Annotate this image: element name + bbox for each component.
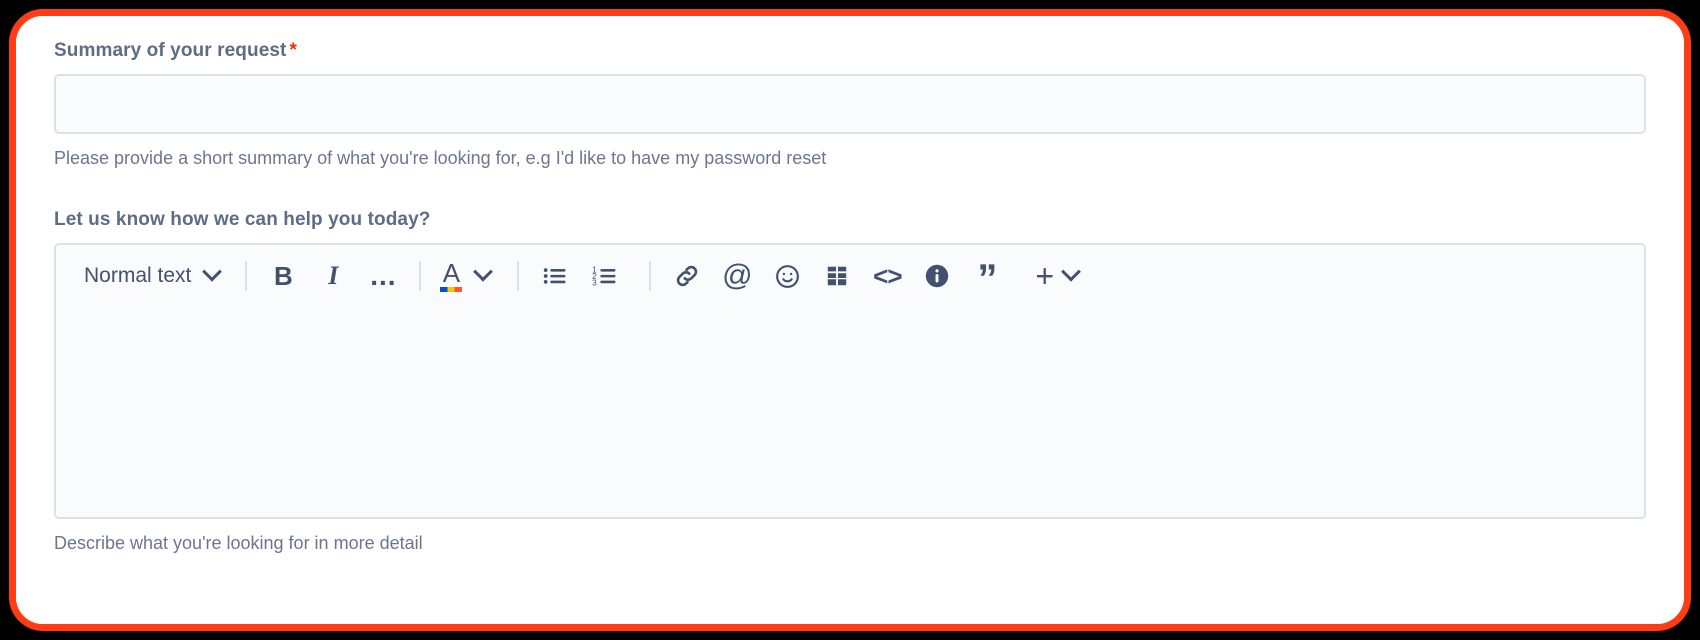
summary-field-label-text: Summary of your request bbox=[54, 40, 287, 61]
info-panel-icon bbox=[923, 262, 951, 290]
block-type-dropdown[interactable]: Normal text bbox=[70, 258, 231, 294]
emoji-button[interactable] bbox=[765, 254, 809, 298]
bold-button[interactable]: B bbox=[261, 254, 305, 298]
toolbar-divider bbox=[517, 261, 520, 291]
description-editor-area[interactable] bbox=[56, 307, 1644, 517]
description-field-label: Let us know how we can help you today? bbox=[54, 209, 431, 230]
link-button[interactable] bbox=[665, 254, 709, 298]
link-icon bbox=[673, 262, 701, 290]
svg-text:3: 3 bbox=[593, 278, 598, 287]
italic-button[interactable]: I bbox=[311, 254, 355, 298]
text-color-icon: A bbox=[440, 257, 463, 292]
italic-icon: I bbox=[328, 261, 339, 290]
mention-button[interactable]: @ bbox=[715, 254, 759, 298]
numbered-list-button[interactable]: 1 2 3 bbox=[583, 254, 627, 298]
annotation-highlight-frame: Summary of your request * Please provide … bbox=[9, 9, 1691, 631]
code-icon: <> bbox=[873, 260, 902, 291]
bullet-list-button[interactable] bbox=[533, 254, 577, 298]
emoji-icon bbox=[774, 263, 801, 290]
text-color-button[interactable]: A bbox=[435, 254, 495, 298]
chevron-down-icon bbox=[473, 261, 494, 282]
code-button[interactable]: <> bbox=[865, 254, 909, 298]
summary-input[interactable] bbox=[54, 74, 1646, 134]
chevron-down-icon bbox=[1061, 261, 1081, 282]
more-formatting-button[interactable]: ... bbox=[361, 254, 405, 298]
ellipsis-icon: ... bbox=[370, 260, 397, 291]
quote-button[interactable]: ” bbox=[965, 254, 1009, 301]
field-spacer bbox=[54, 170, 1646, 207]
quote-icon: ” bbox=[977, 257, 998, 301]
table-icon bbox=[824, 263, 850, 289]
bullet-list-icon bbox=[541, 262, 569, 290]
rich-text-editor: Normal text B I ... A 1 2 3 @ <> ” + bbox=[54, 243, 1646, 519]
summary-field-label: Summary of your request * bbox=[54, 38, 1646, 64]
insert-more-button[interactable]: + bbox=[1027, 258, 1086, 294]
text-color-letter: A bbox=[442, 257, 461, 288]
chevron-down-icon bbox=[202, 261, 223, 282]
text-color-swatch bbox=[440, 286, 463, 292]
summary-help-text: Please provide a short summary of what y… bbox=[54, 148, 827, 168]
required-asterisk: * bbox=[289, 40, 297, 61]
info-panel-button[interactable] bbox=[915, 254, 959, 298]
mention-icon: @ bbox=[722, 259, 753, 292]
screenshot-stage: Summary of your request * Please provide … bbox=[0, 0, 1700, 640]
block-type-label: Normal text bbox=[84, 264, 192, 287]
description-help-text: Describe what you're looking for in more… bbox=[54, 533, 423, 553]
request-form-panel: Summary of your request * Please provide … bbox=[16, 16, 1684, 624]
table-button[interactable] bbox=[815, 254, 859, 298]
toolbar-divider bbox=[649, 261, 652, 291]
plus-icon: + bbox=[1035, 258, 1055, 294]
numbered-list-icon: 1 2 3 bbox=[591, 262, 619, 290]
bold-icon: B bbox=[273, 260, 293, 291]
toolbar-divider bbox=[245, 261, 248, 291]
editor-toolbar: Normal text B I ... A 1 2 3 @ <> ” + bbox=[56, 245, 1644, 307]
toolbar-divider bbox=[419, 261, 422, 291]
